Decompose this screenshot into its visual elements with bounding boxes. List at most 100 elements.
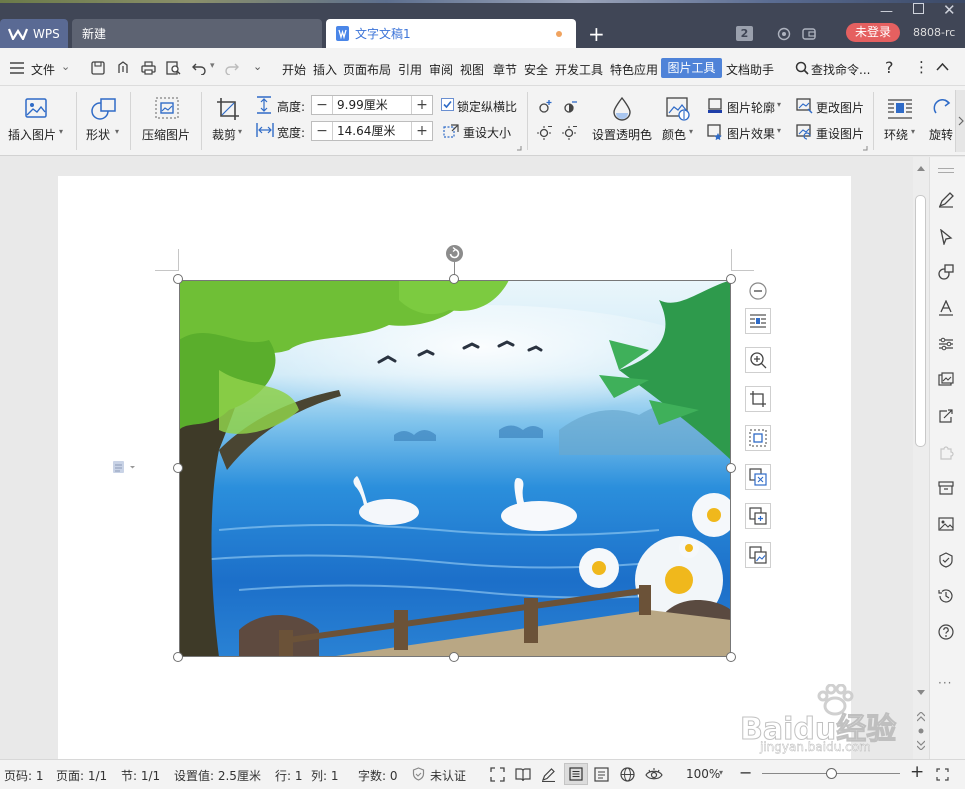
wrap-text-icon[interactable] (887, 98, 913, 120)
brightness-down-icon[interactable] (537, 124, 553, 140)
layout-options-button[interactable] (745, 308, 771, 334)
group-launcher-icon[interactable] (516, 145, 522, 151)
rotate-button[interactable]: 旋转 (929, 126, 953, 143)
zoom-out-button[interactable]: − (739, 763, 752, 782)
resize-handle-sw[interactable] (173, 652, 183, 662)
resize-handle-se[interactable] (726, 652, 736, 662)
insert-picture-icon[interactable] (25, 98, 47, 118)
side-share-button[interactable] (935, 405, 957, 427)
zoom-in-button[interactable]: + (910, 762, 924, 782)
resize-handle-e[interactable] (726, 463, 736, 473)
zoom-level[interactable]: 100% (686, 767, 720, 781)
redo-icon[interactable] (225, 61, 239, 75)
wrap-button[interactable]: 环绕 (884, 126, 908, 143)
outline-button[interactable]: 图片轮廓 (727, 99, 775, 116)
maximize-icon[interactable] (913, 3, 924, 14)
height-increase-button[interactable]: + (412, 96, 432, 114)
reset-size-button[interactable]: 重设大小 (463, 124, 511, 141)
resize-handle-nw[interactable] (173, 274, 183, 284)
height-input[interactable]: 9.99厘米 (332, 96, 412, 114)
fullscreen-icon[interactable] (490, 767, 505, 782)
lock-ratio-checkbox[interactable] (441, 98, 454, 111)
tab-new[interactable]: 新建 (72, 19, 322, 48)
side-history-button[interactable] (935, 585, 957, 607)
picture-color-icon[interactable] (666, 97, 690, 121)
reset-picture-button[interactable]: 重设图片 (816, 125, 864, 142)
side-shape-button[interactable] (935, 261, 957, 283)
crop-button[interactable]: 裁剪 (212, 126, 236, 143)
shape-button[interactable]: 形状 (86, 126, 110, 143)
color-button[interactable]: 颜色 (662, 126, 686, 143)
shape-dropdown-icon[interactable]: ▾ (115, 127, 119, 136)
scrollbar-thumb[interactable] (915, 195, 926, 447)
help-icon[interactable]: ? (885, 58, 894, 77)
more-options-icon[interactable]: ⋮ (914, 58, 929, 76)
menu-review[interactable]: 审阅 (429, 61, 453, 78)
menu-insert[interactable]: 插入 (313, 61, 337, 78)
resize-handle-s[interactable] (449, 652, 459, 662)
ribbon-scroll-right[interactable] (955, 90, 965, 152)
shape-icon[interactable] (91, 97, 117, 121)
color-dropdown-icon[interactable]: ▾ (689, 127, 693, 136)
close-icon[interactable]: ✕ (943, 1, 956, 19)
zoom-picture-button[interactable] (745, 347, 771, 373)
print-preview-icon[interactable] (166, 61, 181, 75)
side-help-button[interactable] (935, 621, 957, 643)
contrast-up-icon[interactable] (562, 99, 578, 115)
skin-icon[interactable] (777, 27, 791, 41)
menu-page-layout[interactable]: 页面布局 (343, 61, 391, 78)
reset-picture-icon[interactable] (796, 124, 813, 140)
search-icon[interactable] (795, 61, 809, 75)
compress-picture-icon[interactable] (155, 97, 179, 119)
side-more-icon[interactable]: ··· (938, 676, 952, 690)
insert-picture-button[interactable]: 插入图片 (8, 126, 56, 143)
picture-to-text-button[interactable] (745, 464, 771, 490)
outline-view-icon[interactable] (594, 767, 609, 782)
contrast-down-icon[interactable] (562, 124, 578, 140)
side-image-button[interactable] (935, 513, 957, 535)
menu-picture-tools[interactable]: 图片工具 (661, 58, 722, 78)
width-stepper[interactable]: − 14.64厘米 + (311, 121, 433, 141)
zoom-dropdown-icon[interactable]: ▾ (719, 768, 723, 777)
side-gallery-button[interactable] (935, 369, 957, 391)
export-icon[interactable] (116, 61, 130, 75)
status-section[interactable]: 节: 1/1 (121, 767, 160, 784)
zoom-slider-thumb[interactable] (825, 768, 837, 779)
fit-window-icon[interactable] (936, 768, 949, 781)
picture-more-button[interactable] (745, 542, 771, 568)
undo-icon[interactable] (192, 61, 206, 75)
status-setting-value[interactable]: 设置值: 2.5厘米 (174, 767, 261, 784)
status-auth[interactable]: 未认证 (430, 767, 466, 784)
side-edit-button[interactable] (935, 189, 957, 211)
crop-icon[interactable] (216, 97, 240, 121)
side-puzzle-button[interactable] (935, 441, 957, 463)
command-search[interactable]: 查找命令... (811, 61, 870, 78)
new-tab-button[interactable]: + (588, 22, 605, 46)
login-button[interactable]: 未登录 (846, 23, 900, 42)
read-mode-icon[interactable] (515, 767, 531, 782)
web-view-icon[interactable] (620, 767, 635, 782)
crop-picture-button[interactable] (745, 386, 771, 412)
effects-dropdown-icon[interactable]: ▾ (777, 126, 781, 135)
outline-icon[interactable] (707, 98, 723, 114)
status-row[interactable]: 行: 1 (275, 767, 303, 784)
side-archive-button[interactable] (935, 477, 957, 499)
tab-wps[interactable]: WPS (0, 19, 68, 48)
status-word-count[interactable]: 字数: 0 (358, 767, 398, 784)
more-quick-icon[interactable]: ⌄ (253, 60, 262, 73)
collapse-tools-icon[interactable] (749, 282, 767, 300)
picture-group-launcher-icon[interactable] (862, 145, 868, 151)
menu-file[interactable]: 文件 (31, 61, 55, 78)
paragraph-layout-icon[interactable] (112, 460, 136, 474)
resize-handle-n[interactable] (449, 274, 459, 284)
transparency-button[interactable]: 设置透明色 (592, 126, 652, 143)
menu-chapter[interactable]: 章节 (493, 61, 517, 78)
side-backup-button[interactable] (935, 549, 957, 571)
window-count-badge[interactable]: 2 (736, 26, 753, 41)
tab-document[interactable]: 文字文稿1 (326, 19, 576, 48)
width-increase-button[interactable]: + (412, 122, 432, 140)
width-decrease-button[interactable]: − (312, 122, 332, 140)
eye-protection-icon[interactable] (645, 766, 663, 782)
menu-special-apps[interactable]: 特色应用 (610, 61, 658, 78)
save-icon[interactable] (91, 61, 105, 75)
